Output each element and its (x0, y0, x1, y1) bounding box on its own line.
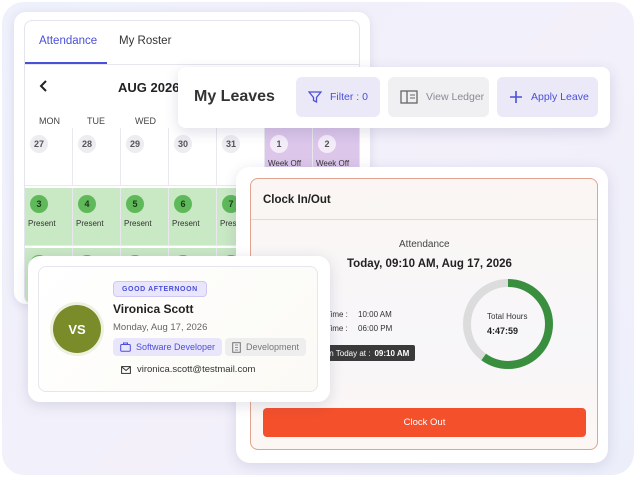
end-time-value: 06:00 PM (358, 324, 393, 333)
briefcase-icon (120, 342, 131, 352)
day-number: 27 (30, 135, 48, 153)
day-number: 30 (174, 135, 192, 153)
plus-icon (509, 90, 523, 104)
start-time-value: 10:00 AM (358, 310, 392, 319)
department-label: Development (246, 342, 300, 352)
total-hours-donut (463, 279, 553, 369)
clock-title: Clock In/Out (263, 194, 331, 206)
avatar: VS (53, 305, 101, 353)
day-status: Present (76, 219, 104, 228)
day-number: 3 (30, 195, 48, 213)
day-number: 6 (174, 195, 192, 213)
clock-in-label: In Today at : (327, 348, 371, 358)
calendar-day-cell[interactable]: 4 Present (73, 188, 121, 246)
weekday-header: TUE (87, 116, 105, 126)
calendar-day-cell[interactable]: 27 (25, 128, 73, 186)
weekday-header: WED (135, 116, 156, 126)
view-ledger-label: View Ledger (426, 91, 485, 103)
tab-bar: Attendance My Roster (25, 21, 359, 65)
clock-out-button[interactable]: Clock Out (263, 408, 586, 437)
month-label: AUG 2026 (118, 80, 180, 95)
apply-leave-label: Apply Leave (531, 91, 589, 103)
role-label: Software Developer (136, 342, 216, 352)
mail-icon (121, 365, 131, 374)
profile-date: Monday, Aug 17, 2026 (113, 322, 208, 333)
email-row: vironica.scott@testmail.com (121, 364, 255, 375)
apply-leave-button[interactable]: Apply Leave (497, 77, 598, 117)
filter-label: Filter : 0 (330, 91, 368, 103)
day-number: 4 (78, 195, 96, 213)
filter-icon (308, 90, 322, 104)
calendar-day-cell[interactable]: 29 (121, 128, 169, 186)
day-number: 1 (270, 135, 288, 153)
day-status: Present (28, 219, 56, 228)
role-tag: Software Developer (113, 338, 223, 356)
day-number: 5 (126, 195, 144, 213)
day-number: 31 (222, 135, 240, 153)
tab-my-roster[interactable]: My Roster (119, 35, 171, 47)
profile-card: VS GOOD AFTERNOON Vironica Scott Monday,… (38, 266, 318, 392)
weekday-header: MON (39, 116, 60, 126)
my-leaves-bar: My Leaves Filter : 0 View Ledger Apply L… (178, 67, 610, 128)
day-status: Present (172, 219, 200, 228)
chevron-left-icon[interactable] (37, 79, 51, 93)
calendar-day-cell[interactable]: 3 Present (25, 188, 73, 246)
email-address: vironica.scott@testmail.com (137, 364, 256, 375)
active-tab-indicator (25, 62, 107, 64)
clock-in-time: 09:10 AM (374, 348, 410, 358)
calendar-day-cell[interactable]: 28 (73, 128, 121, 186)
filter-button[interactable]: Filter : 0 (296, 77, 380, 117)
total-hours-value: 4:47:59 (487, 326, 519, 336)
calendar-day-cell[interactable]: 30 (169, 128, 217, 186)
greeting-badge: GOOD AFTERNOON (113, 281, 207, 297)
day-status: Present (124, 219, 152, 228)
employee-name: Vironica Scott (113, 302, 194, 316)
department-tag: Development (225, 338, 307, 356)
view-ledger-button[interactable]: View Ledger (388, 77, 489, 117)
ledger-icon (400, 90, 418, 104)
attendance-label: Attendance (399, 239, 450, 250)
day-number: 29 (126, 135, 144, 153)
building-icon (232, 341, 241, 353)
day-number: 28 (78, 135, 96, 153)
day-number: 2 (318, 135, 336, 153)
total-hours-label: Total Hours (487, 312, 528, 321)
attendance-datetime: Today, 09:10 AM, Aug 17, 2026 (347, 258, 512, 270)
tab-attendance[interactable]: Attendance (39, 35, 97, 47)
calendar-day-cell[interactable]: 5 Present (121, 188, 169, 246)
clock-header: Clock In/Out (251, 179, 597, 220)
clock-in-tooltip: In Today at : 09:10 AM (315, 345, 416, 361)
calendar-day-cell[interactable]: 6 Present (169, 188, 217, 246)
my-leaves-title: My Leaves (194, 88, 275, 105)
